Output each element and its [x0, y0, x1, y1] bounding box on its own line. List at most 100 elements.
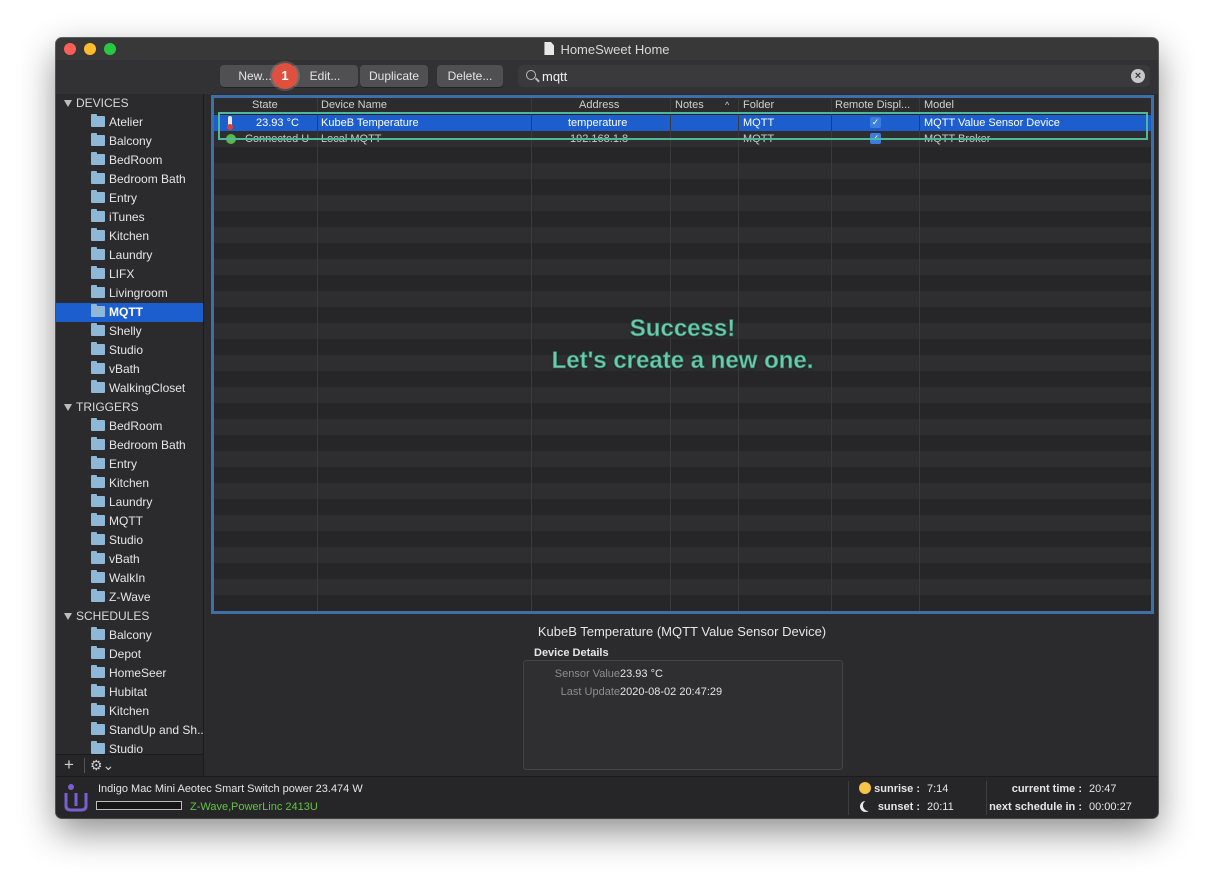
sunset-value: 20:11	[927, 801, 954, 813]
schedules-section-header[interactable]: SCHEDULES	[56, 607, 203, 626]
sidebar-item-kitchen[interactable]: Kitchen	[56, 474, 203, 493]
status-message: Indigo Mac Mini Aeotec Smart Switch powe…	[98, 783, 363, 795]
sidebar-item-shelly[interactable]: Shelly	[56, 322, 203, 341]
clear-search-icon[interactable]: ×	[1131, 69, 1145, 83]
sidebar-item-atelier[interactable]: Atelier	[56, 113, 203, 132]
folder-icon	[91, 342, 105, 355]
folder-icon	[91, 722, 105, 735]
sidebar-item-laundry[interactable]: Laundry	[56, 493, 203, 512]
duplicate-button[interactable]: Duplicate	[360, 65, 428, 87]
sidebar-item-label: iTunes	[109, 210, 145, 224]
folder-icon	[91, 247, 105, 260]
delete-button[interactable]: Delete...	[437, 65, 503, 87]
sensor-value: 23.93 °C	[620, 668, 663, 680]
add-folder-button[interactable]: +	[64, 756, 74, 774]
column-header-notes[interactable]: Notes	[675, 99, 704, 111]
sidebar-item-label: Laundry	[109, 495, 153, 509]
activity-progress-bar	[96, 801, 182, 810]
section-label: TRIGGERS	[76, 400, 139, 414]
folder-icon	[91, 323, 105, 336]
window-title: HomeSweet Home	[56, 42, 1158, 57]
sidebar-item-walkingcloset[interactable]: WalkingCloset	[56, 379, 203, 398]
sidebar-item-laundry[interactable]: Laundry	[56, 246, 203, 265]
sidebar-item-studio[interactable]: Studio	[56, 740, 203, 754]
folder-icon	[91, 171, 105, 184]
sidebar-item-mqtt[interactable]: MQTT	[56, 512, 203, 531]
sidebar-item-bedroom-bath[interactable]: Bedroom Bath	[56, 436, 203, 455]
search-input[interactable]	[542, 65, 1112, 87]
sidebar-item-entry[interactable]: Entry	[56, 455, 203, 474]
folder-icon	[91, 684, 105, 697]
folder-icon	[91, 665, 105, 678]
sunrise-label: sunrise :	[874, 783, 920, 795]
window-title-text: HomeSweet Home	[560, 42, 670, 57]
sidebar-item-label: vBath	[109, 362, 140, 376]
status-bar: Indigo Mac Mini Aeotec Smart Switch powe…	[56, 776, 1158, 818]
schedules-list: Balcony Depot HomeSeer Hubitat Kitchen StandU…	[56, 626, 203, 754]
sidebar-item-kitchen[interactable]: Kitchen	[56, 702, 203, 721]
column-header-address[interactable]: Address	[579, 99, 619, 111]
sidebar-item-walkin[interactable]: WalkIn	[56, 569, 203, 588]
sidebar-item-balcony[interactable]: Balcony	[56, 626, 203, 645]
sidebar-item-label: Studio	[109, 343, 144, 357]
sunrise-value: 7:14	[927, 783, 949, 795]
sidebar-item-label: Kitchen	[109, 229, 150, 243]
sidebar: DEVICES Atelier Balcony BedRoom Bedroom Bat…	[56, 94, 204, 754]
sidebar-item-label: BedRoom	[109, 153, 163, 167]
edit-button[interactable]: Edit...	[292, 65, 358, 87]
sidebar-item-hubitat[interactable]: Hubitat	[56, 683, 203, 702]
sidebar-item-label: MQTT	[109, 305, 143, 319]
sidebar-item-balcony[interactable]: Balcony	[56, 132, 203, 151]
sidebar-item-bedroom[interactable]: BedRoom	[56, 151, 203, 170]
sidebar-item-label: Depot	[109, 647, 142, 661]
sidebar-item-itunes[interactable]: iTunes	[56, 208, 203, 227]
interface-zwave: Z-Wave,	[190, 801, 232, 813]
app-window: HomeSweet Home New... Edit... Duplicate …	[56, 38, 1158, 818]
column-header-device-name[interactable]: Device Name	[321, 99, 387, 111]
folder-icon	[91, 532, 105, 545]
sidebar-footer: + ⚙⌄	[56, 754, 204, 776]
sidebar-item-label: Studio	[109, 742, 144, 754]
column-header-folder[interactable]: Folder	[743, 99, 774, 111]
sidebar-item-label: Livingroom	[109, 286, 168, 300]
folder-icon	[91, 703, 105, 716]
triggers-section-header[interactable]: TRIGGERS	[56, 398, 203, 417]
column-header-model[interactable]: Model	[924, 99, 954, 111]
sidebar-item-label: HomeSeer	[109, 666, 167, 680]
sidebar-item-depot[interactable]: Depot	[56, 645, 203, 664]
sidebar-item-homeseer[interactable]: HomeSeer	[56, 664, 203, 683]
sidebar-item-label: WalkingCloset	[109, 381, 186, 395]
column-header-state[interactable]: State	[252, 99, 278, 111]
devices-section-header[interactable]: DEVICES	[56, 94, 203, 113]
folder-icon	[91, 304, 105, 317]
column-header-remote-display[interactable]: Remote Displ...	[835, 99, 917, 111]
sidebar-item-vbath[interactable]: vBath	[56, 550, 203, 569]
disclosure-triangle-icon[interactable]	[64, 404, 72, 411]
folder-icon	[91, 494, 105, 507]
sidebar-item-label: Z-Wave	[109, 590, 151, 604]
sidebar-item-standup-and-sh[interactable]: StandUp and Sh...	[56, 721, 203, 740]
sidebar-item-studio[interactable]: Studio	[56, 341, 203, 360]
sunset-moon-icon	[860, 801, 871, 812]
sidebar-item-studio[interactable]: Studio	[56, 531, 203, 550]
sidebar-item-label: Kitchen	[109, 476, 150, 490]
sidebar-item-mqtt[interactable]: MQTT	[56, 303, 203, 322]
folder-icon	[91, 437, 105, 450]
interface-powerlinc: PowerLinc 2413U	[231, 801, 318, 813]
sidebar-item-vbath[interactable]: vBath	[56, 360, 203, 379]
folder-icon	[91, 361, 105, 374]
sidebar-item-livingroom[interactable]: Livingroom	[56, 284, 203, 303]
sidebar-item-bedroom[interactable]: BedRoom	[56, 417, 203, 436]
gear-menu-icon[interactable]: ⚙⌄	[90, 757, 114, 774]
sensor-value-label: Sensor Value	[554, 668, 620, 680]
sidebar-item-kitchen[interactable]: Kitchen	[56, 227, 203, 246]
sidebar-item-lifx[interactable]: LIFX	[56, 265, 203, 284]
sidebar-item-bedroom-bath[interactable]: Bedroom Bath	[56, 170, 203, 189]
next-schedule-label: next schedule in :	[989, 801, 1082, 813]
disclosure-triangle-icon[interactable]	[64, 100, 72, 107]
sidebar-item-label: Studio	[109, 533, 144, 547]
disclosure-triangle-icon[interactable]	[64, 613, 72, 620]
sidebar-item-entry[interactable]: Entry	[56, 189, 203, 208]
sidebar-item-z-wave[interactable]: Z-Wave	[56, 588, 203, 607]
search-field[interactable]: ×	[518, 65, 1150, 87]
